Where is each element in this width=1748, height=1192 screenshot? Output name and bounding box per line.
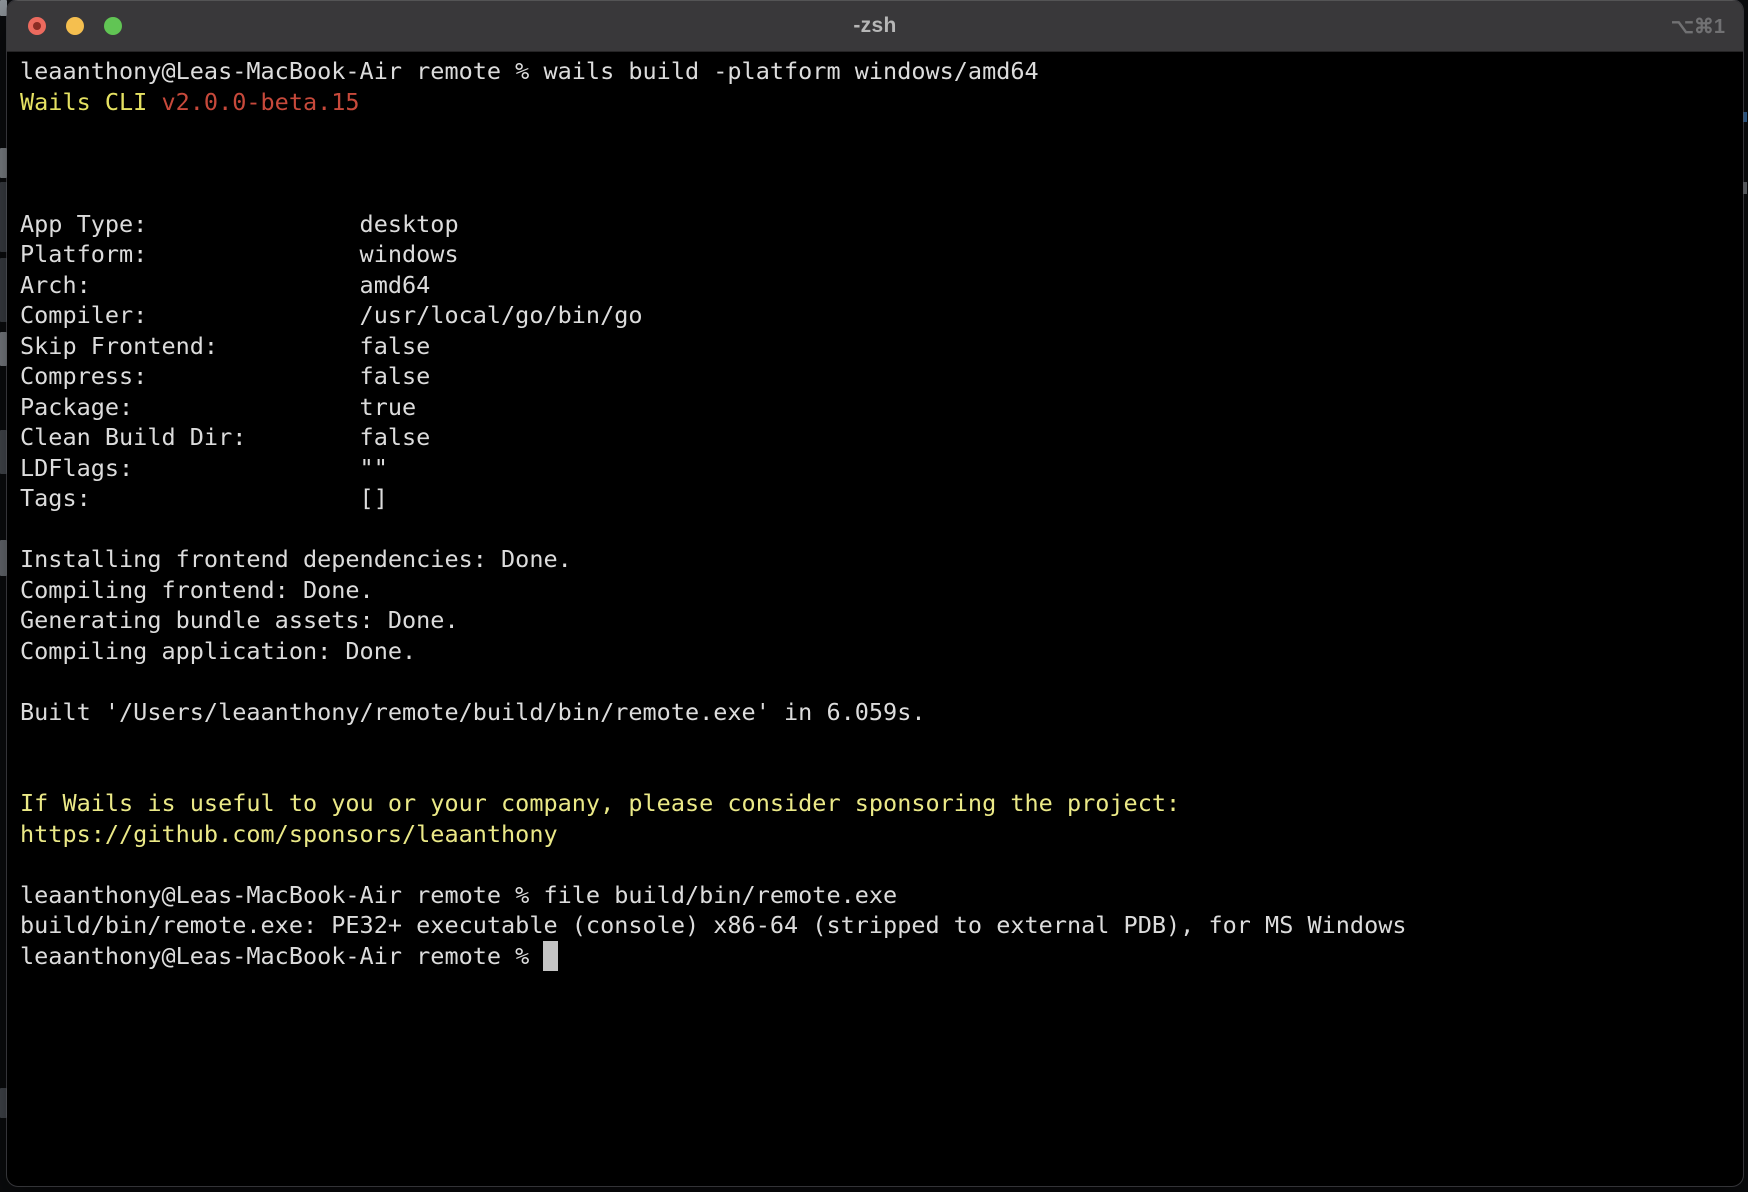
terminal-text: Arch: amd64 [20,271,430,299]
terminal-cursor [543,941,557,972]
terminal-line: Built '/Users/leaanthony/remote/build/bi… [20,697,1733,728]
terminal-text: Package: true [20,393,416,421]
background-window-edge [0,540,7,576]
terminal-text: Installing frontend dependencies: Done. [20,545,572,573]
terminal-line: Clean Build Dir: false [20,422,1733,453]
terminal-line: Compiling application: Done. [20,636,1733,667]
terminal-line [20,514,1733,545]
terminal-text: v2.0.0-beta.15 [161,88,359,116]
terminal-line [20,666,1733,697]
terminal-window: -zsh ⌥⌘1 leaanthony@Leas-MacBook-Air rem… [7,0,1743,1186]
terminal-line: leaanthony@Leas-MacBook-Air remote % [20,941,1733,972]
terminal-text: Built '/Users/leaanthony/remote/build/bi… [20,698,925,726]
terminal-text: Platform: windows [20,240,459,268]
terminal-line: Compiler: /usr/local/go/bin/go [20,300,1733,331]
terminal-line: Tags: [] [20,483,1733,514]
terminal-line [20,148,1733,179]
terminal-line [20,758,1733,789]
terminal-line: Skip Frontend: false [20,331,1733,362]
background-window-edge [0,0,7,16]
terminal-text: Compress: false [20,362,430,390]
terminal-line: Wails CLI v2.0.0-beta.15 [20,87,1733,118]
terminal-text: Compiling application: Done. [20,637,416,665]
terminal-text: Wails CLI [20,88,161,116]
terminal-line: leaanthony@Leas-MacBook-Air remote % wai… [20,56,1733,87]
terminal-text: Generating bundle assets: Done. [20,606,459,634]
terminal-line: https://github.com/sponsors/leaanthony [20,819,1733,850]
terminal-text: App Type: desktop [20,210,459,238]
background-window-edge [0,182,7,252]
window-shortcut-badge: ⌥⌘1 [1671,0,1725,52]
terminal-text: build/bin/remote.exe: PE32+ executable (… [20,911,1407,939]
terminal-line: If Wails is useful to you or your compan… [20,788,1733,819]
terminal-text: https://github.com/sponsors/leaanthony [20,820,558,848]
terminal-line: Installing frontend dependencies: Done. [20,544,1733,575]
terminal-line [20,178,1733,209]
titlebar[interactable]: -zsh ⌥⌘1 [7,0,1743,52]
background-window-speck [1743,182,1747,194]
terminal-line [20,849,1733,880]
terminal-text: leaanthony@Leas-MacBook-Air remote % fil… [20,881,897,909]
terminal-text: Skip Frontend: false [20,332,430,360]
terminal-line: build/bin/remote.exe: PE32+ executable (… [20,910,1733,941]
terminal-line: Compress: false [20,361,1733,392]
terminal-line: App Type: desktop [20,209,1733,240]
background-window-speck [1743,112,1747,122]
terminal-text: If Wails is useful to you or your compan… [20,789,1180,817]
background-window-edge [0,332,7,366]
terminal-text: Compiling frontend: Done. [20,576,374,604]
terminal-line: LDFlags: "" [20,453,1733,484]
terminal-screen[interactable]: leaanthony@Leas-MacBook-Air remote % wai… [7,52,1743,1186]
window-title: -zsh [7,0,1743,52]
background-window-edge [0,148,7,178]
terminal-line: Platform: windows [20,239,1733,270]
terminal-line: Compiling frontend: Done. [20,575,1733,606]
terminal-text: Tags: [] [20,484,388,512]
terminal-line: Package: true [20,392,1733,423]
background-window-edge [0,430,7,474]
terminal-line: Generating bundle assets: Done. [20,605,1733,636]
terminal-line [20,117,1733,148]
terminal-text: leaanthony@Leas-MacBook-Air remote % wai… [20,57,1039,85]
terminal-text: LDFlags: "" [20,454,388,482]
terminal-text: leaanthony@Leas-MacBook-Air remote % [20,942,543,970]
background-window-edge [0,258,7,322]
terminal-line: Arch: amd64 [20,270,1733,301]
terminal-text: Compiler: /usr/local/go/bin/go [20,301,643,329]
background-window-edge [0,1088,7,1118]
terminal-line [20,727,1733,758]
terminal-line: leaanthony@Leas-MacBook-Air remote % fil… [20,880,1733,911]
terminal-text: Clean Build Dir: false [20,423,430,451]
